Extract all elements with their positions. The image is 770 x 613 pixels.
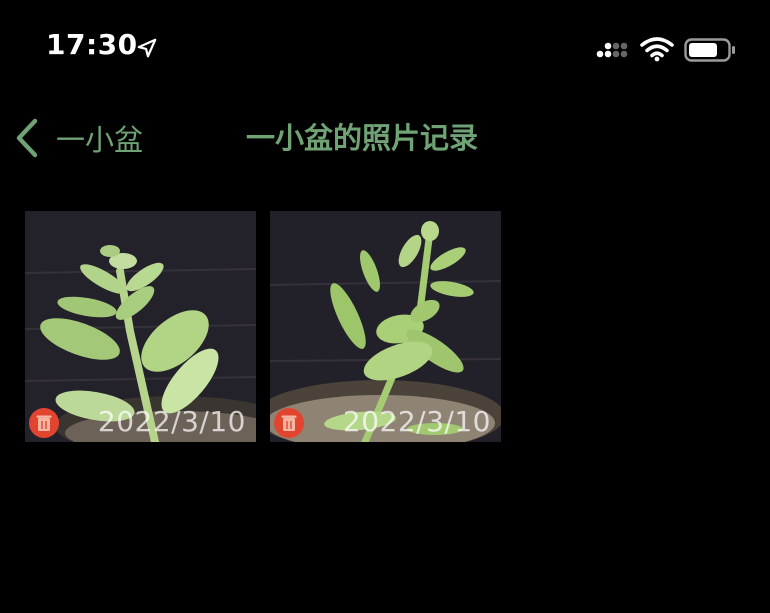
delete-photo-button[interactable] bbox=[29, 408, 59, 438]
battery-icon bbox=[684, 38, 735, 62]
trash-icon bbox=[36, 415, 52, 431]
page-title: 一小盆的照片记录 bbox=[246, 121, 479, 155]
wifi-icon bbox=[640, 37, 674, 62]
back-button-label: 一小盆 bbox=[56, 123, 144, 157]
trash-icon bbox=[281, 415, 297, 431]
photo-date: 2022/3/10 bbox=[97, 405, 246, 438]
location-arrow-icon bbox=[137, 38, 157, 58]
photo-card[interactable]: 2022/3/10 bbox=[25, 211, 256, 442]
photo-records-screen: 17:30 一小盆 一小盆的照片记录 2022/3/10 2022/3/10 bbox=[0, 0, 770, 613]
photo-grid: 2022/3/10 2022/3/10 bbox=[25, 211, 501, 442]
delete-photo-button[interactable] bbox=[274, 408, 304, 438]
status-bar: 17:30 bbox=[0, 0, 770, 90]
photo-card[interactable]: 2022/3/10 bbox=[270, 211, 501, 442]
chevron-left-icon bbox=[16, 118, 38, 158]
photo-date: 2022/3/10 bbox=[342, 405, 491, 438]
navigation-bar: 一小盆 一小盆的照片记录 bbox=[0, 108, 770, 166]
back-button[interactable]: 一小盆 bbox=[14, 116, 143, 160]
status-time: 17:30 bbox=[46, 28, 138, 61]
cellular-signal-icon bbox=[596, 42, 628, 58]
